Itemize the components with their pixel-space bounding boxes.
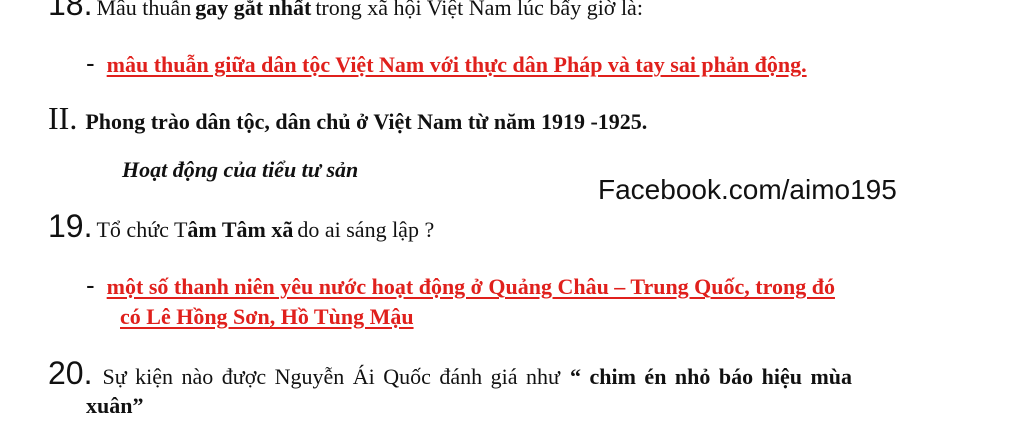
answer-dash: - [86,270,95,300]
subheading-text: Hoạt động của tiểu tư sản [122,157,359,182]
question-19: 19. Tổ chức Tâm Tâm xã do ai sáng lập ? [48,208,434,245]
question-20-continued: xuân” [86,393,143,419]
watermark: Facebook.com/aimo195 [598,174,897,205]
section-heading: II. Phong trào dân tộc, dân chủ ở Việt N… [48,100,647,137]
question-number: 20. [48,355,93,391]
question-text-post: trong xã hội Việt Nam lúc bấy giờ là: [315,0,643,20]
answer-text: mâu thuẫn giữa dân tộc Việt Nam với thực… [106,52,807,77]
question-text-bold: âm Tâm xã [187,217,294,242]
section-subheading: Hoạt động của tiểu tư sản [122,157,358,183]
answer-19-continued: có Lê Hồng Sơn, Hồ Tùng Mậu [120,304,414,330]
question-text-bold-line-2: xuân” [86,393,144,418]
question-text-bold: gay gắt nhất [195,0,312,20]
question-text-pre: Tổ chức T [96,217,188,242]
answer-text-line-1: một số thanh niên yêu nước hoạt động ở Q… [106,274,835,299]
section-title: Phong trào dân tộc, dân chủ ở Việt Nam t… [85,109,648,134]
question-text-pre: Sự kiện nào được Nguyễn Ái Quốc đánh giá… [102,364,560,389]
question-20: 20. Sự kiện nào được Nguyễn Ái Quốc đánh… [48,355,852,392]
question-text-bold: “ chim én nhỏ báo hiệu mùa [569,364,853,389]
question-18: 18. Mâu thuẫn gay gắt nhất trong xã hội … [48,0,643,23]
question-number: 19. [48,208,93,244]
answer-18: - mâu thuẫn giữa dân tộc Việt Nam với th… [86,48,807,79]
answer-text-line-2: có Lê Hồng Sơn, Hồ Tùng Mậu [120,304,414,329]
answer-dash: - [86,48,95,78]
question-text-pre: Mâu thuẫn [96,0,192,20]
question-text-post: do ai sáng lập ? [297,217,435,242]
answer-19: - một số thanh niên yêu nước hoạt động ở… [86,270,835,301]
question-number: 18. [48,0,93,22]
section-roman-numeral: II. [48,100,78,136]
